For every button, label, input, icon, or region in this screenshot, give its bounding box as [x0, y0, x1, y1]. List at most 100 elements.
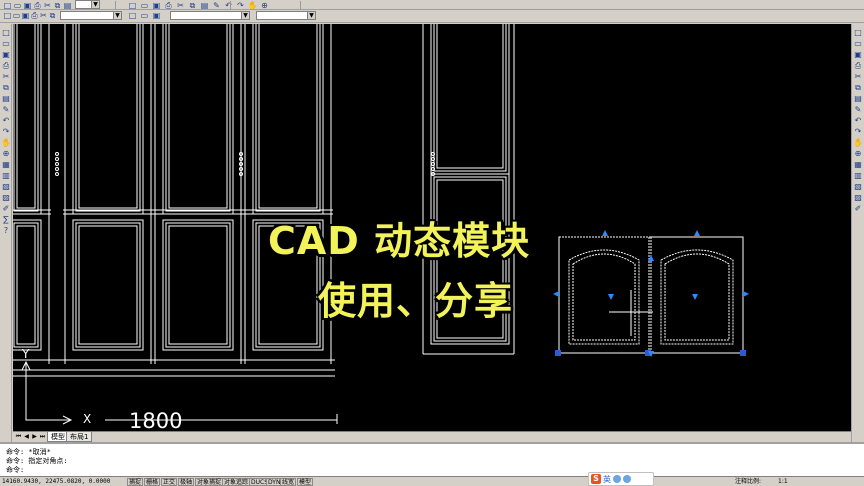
color-dropdown[interactable]: ▼: [170, 11, 250, 20]
properties-icon[interactable]: ⧉: [188, 1, 197, 10]
open-icon[interactable]: ▭: [13, 1, 22, 10]
layer-manager-icon[interactable]: □: [3, 11, 12, 20]
grid-toggle[interactable]: 栅格: [144, 478, 161, 486]
construction-line-icon[interactable]: ▭: [1, 39, 11, 49]
layer-state-icon[interactable]: ▭: [12, 11, 21, 20]
design-center-icon[interactable]: ▤: [200, 1, 209, 10]
layer-lock-icon[interactable]: ✂: [39, 11, 48, 20]
tab-last-icon[interactable]: ⏭: [39, 433, 46, 441]
gradient-icon[interactable]: ▨: [1, 193, 11, 203]
ortho-toggle[interactable]: 正交: [161, 478, 178, 486]
scale-icon[interactable]: ✎: [853, 105, 863, 115]
model-space-toggle[interactable]: 模型: [297, 478, 314, 486]
ime-settings-icon[interactable]: [613, 475, 621, 483]
layer-freeze-icon[interactable]: ⎙: [30, 11, 39, 20]
layer-isolate-icon[interactable]: ▣: [152, 11, 161, 20]
explode-icon[interactable]: ✐: [853, 204, 863, 214]
region-icon[interactable]: ✐: [1, 204, 11, 214]
dynamic-grip[interactable]: [743, 291, 749, 297]
markup-icon[interactable]: ↷: [236, 1, 245, 10]
ime-language[interactable]: 英: [603, 474, 611, 485]
layer-dropdown[interactable]: ▼: [60, 11, 122, 20]
panel-outline: [72, 24, 144, 215]
ime-toolbar[interactable]: S 英: [588, 472, 654, 486]
revcloud-icon[interactable]: ✎: [1, 105, 11, 115]
make-block-icon[interactable]: ▦: [1, 160, 11, 170]
rectangle-icon[interactable]: ✂: [1, 72, 11, 82]
command-prompt[interactable]: 命令:: [6, 466, 24, 474]
grip-square[interactable]: [740, 350, 746, 356]
dynamic-block-door[interactable]: [553, 230, 749, 357]
zoom-icon[interactable]: ✂: [176, 1, 185, 10]
polyline-icon[interactable]: ▣: [1, 50, 11, 60]
linetype-dropdown[interactable]: ▼: [256, 11, 316, 20]
erase-icon[interactable]: □: [853, 28, 863, 38]
save-icon[interactable]: ▣: [23, 1, 32, 10]
tool-palette-icon[interactable]: ✎: [212, 1, 221, 10]
dynamic-grip[interactable]: [694, 230, 700, 236]
dynamic-grip[interactable]: [553, 291, 559, 297]
previous-layer-icon[interactable]: ▭: [140, 11, 149, 20]
stretch-icon[interactable]: ↶: [853, 116, 863, 126]
dynamic-grip[interactable]: [608, 294, 614, 300]
copy-icon[interactable]: ⧉: [53, 1, 62, 10]
hatch-icon[interactable]: ▧: [1, 182, 11, 192]
move-icon[interactable]: ⧉: [853, 83, 863, 93]
layer-color-icon[interactable]: ⧉: [48, 11, 57, 20]
join-icon[interactable]: ▥: [853, 171, 863, 181]
copy-object-icon[interactable]: ▭: [853, 39, 863, 49]
mirror-icon[interactable]: ▣: [853, 50, 863, 60]
tab-first-icon[interactable]: ⏮: [15, 433, 22, 441]
sheet-set-icon[interactable]: ↶: [224, 1, 233, 10]
properties-toolbar: □ ▭ ▣ ⎙ ✂ ⧉ ▼ ▼ ▼ □ ▭ ▣: [0, 10, 864, 23]
arc-icon[interactable]: ⧉: [1, 83, 11, 93]
polygon-icon[interactable]: ⎙: [1, 61, 11, 71]
layer-visibility-icon[interactable]: ▣: [21, 11, 30, 20]
otrack-toggle[interactable]: 对象追踪: [222, 478, 251, 486]
workspace-dropdown[interactable]: ▼: [75, 0, 100, 9]
match-layer-icon[interactable]: □: [128, 11, 137, 20]
break-point-icon[interactable]: ⊕: [853, 149, 863, 159]
table-icon[interactable]: ∑: [1, 215, 11, 225]
spline-icon[interactable]: ↶: [1, 116, 11, 126]
chamfer-icon[interactable]: ▧: [853, 182, 863, 192]
print-icon[interactable]: ⎙: [33, 1, 42, 10]
offset-icon[interactable]: ⎙: [853, 61, 863, 71]
insert-block-icon[interactable]: ⊕: [1, 149, 11, 159]
dynamic-grip[interactable]: [692, 294, 698, 300]
paste-icon[interactable]: ▤: [63, 1, 72, 10]
fillet-icon[interactable]: ▨: [853, 193, 863, 203]
lineweight-toggle[interactable]: 线宽: [280, 478, 297, 486]
tab-next-icon[interactable]: ▶: [31, 433, 38, 441]
command-window[interactable]: 命令: *取消* 命令: 指定对角点: 命令:: [0, 442, 864, 476]
point-icon[interactable]: ▥: [1, 171, 11, 181]
ellipse-arc-icon[interactable]: ✋: [1, 138, 11, 148]
drawing-canvas[interactable]: X Y 1800 CAD 动态模块 使用、分享: [13, 24, 851, 431]
pan-icon[interactable]: ⎙: [164, 1, 173, 10]
ellipse-icon[interactable]: ↷: [1, 127, 11, 137]
break-icon[interactable]: ▦: [853, 160, 863, 170]
osnap-toggle[interactable]: 对象捕捉: [195, 478, 224, 486]
circle-icon[interactable]: ▤: [1, 94, 11, 104]
help-icon[interactable]: ⊕: [260, 1, 269, 10]
ime-voice-icon[interactable]: [623, 475, 631, 483]
match-icon[interactable]: □: [128, 1, 137, 10]
snap-toggle[interactable]: 捕捉: [127, 478, 144, 486]
dynamic-grip[interactable]: [602, 230, 608, 236]
line-icon[interactable]: □: [1, 28, 11, 38]
cut-icon[interactable]: ✂: [43, 1, 52, 10]
tab-prev-icon[interactable]: ◀: [23, 433, 30, 441]
rotate-icon[interactable]: ▤: [853, 94, 863, 104]
annotation-scale-value[interactable]: 1:1: [778, 478, 788, 486]
trim-icon[interactable]: ↷: [853, 127, 863, 137]
calc-icon[interactable]: ✋: [248, 1, 258, 10]
redo-icon[interactable]: ▣: [152, 1, 161, 10]
undo-icon[interactable]: ▭: [140, 1, 149, 10]
new-icon[interactable]: □: [3, 1, 12, 10]
array-icon[interactable]: ✂: [853, 72, 863, 82]
extend-icon[interactable]: ✋: [853, 138, 863, 148]
polar-toggle[interactable]: 极轴: [178, 478, 195, 486]
tab-layout1[interactable]: 布局1: [66, 432, 93, 442]
mtext-icon[interactable]: ?: [1, 226, 11, 236]
grip-square[interactable]: [555, 350, 561, 356]
